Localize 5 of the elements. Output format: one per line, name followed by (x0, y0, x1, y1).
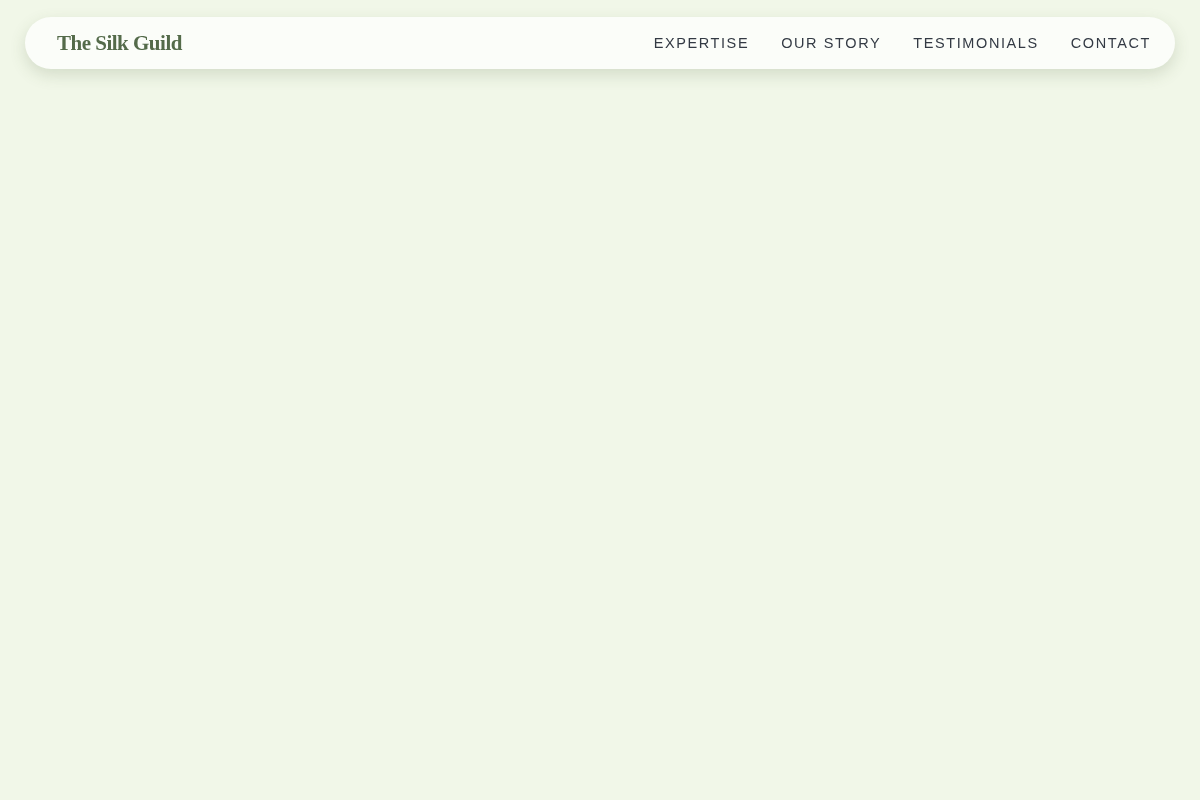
nav-link[interactable]: CONTACT (1070, 35, 1151, 51)
nav-link[interactable]: TESTIMONIALS (913, 35, 1039, 51)
nav-link[interactable]: OUR STORY (781, 35, 882, 51)
nav-link[interactable]: EXPERTISE (653, 35, 750, 51)
brand-logo[interactable]: The Silk Guild (57, 30, 182, 56)
